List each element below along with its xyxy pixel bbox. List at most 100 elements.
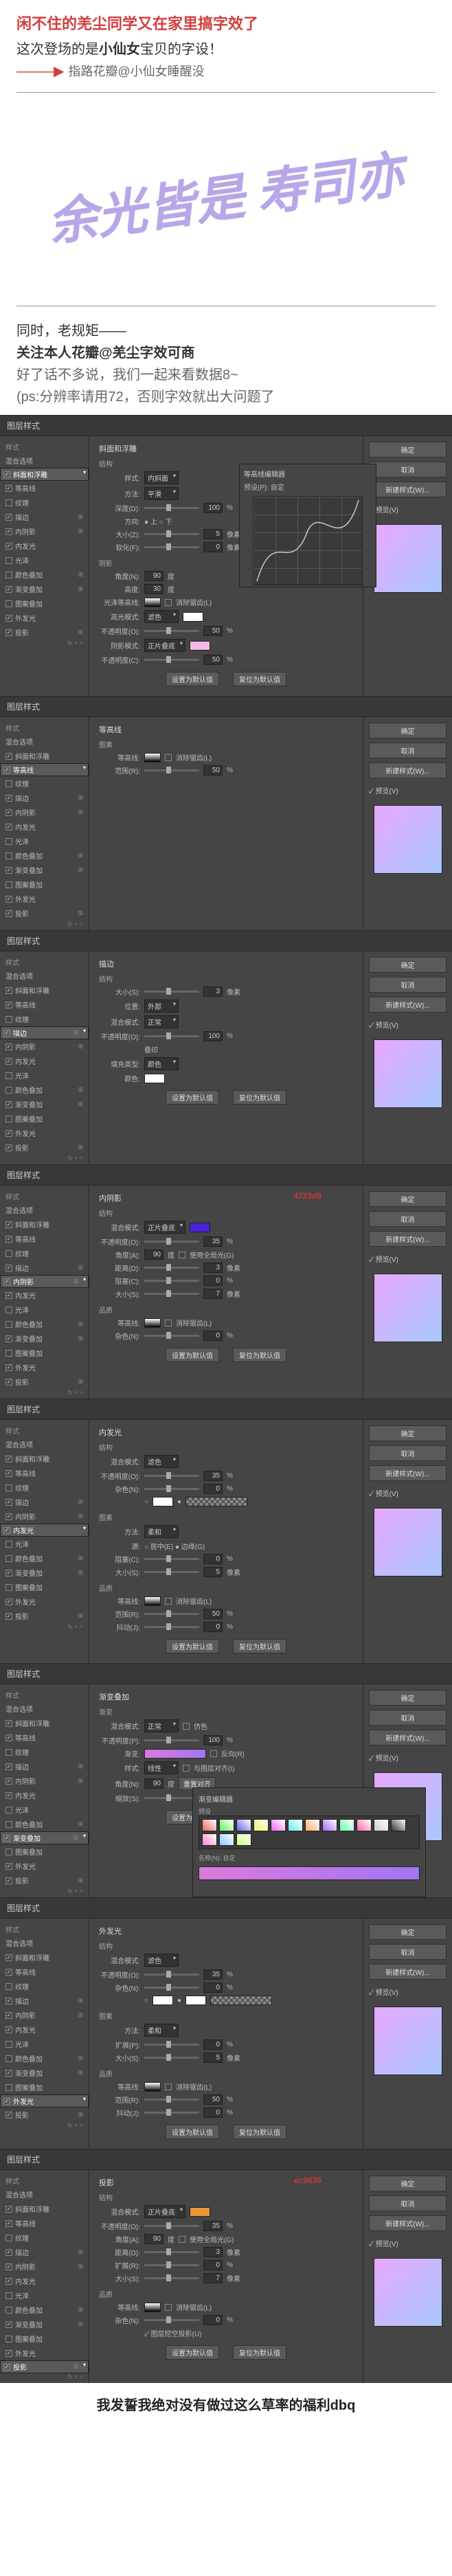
slider[interactable] [144, 1035, 199, 1037]
sidebar-item[interactable]: 内阴影 ⊞ [0, 2259, 89, 2274]
plus-icon[interactable]: ⊞ [78, 2320, 83, 2328]
sidebar-item[interactable]: 等高线 [0, 1466, 89, 1480]
dropdown[interactable]: 颜色 [144, 1057, 179, 1070]
number-input[interactable]: 100 [203, 1031, 223, 1041]
color-swatch[interactable] [190, 2207, 210, 2217]
slider[interactable] [144, 2319, 199, 2321]
number-input[interactable]: 100 [203, 1735, 223, 1745]
gradient-editor-popup[interactable]: 渐变编辑器 预设 名称(N): 自定 [192, 1787, 426, 1897]
plus-icon[interactable]: ⊞ [78, 1100, 83, 1108]
color-swatch[interactable] [144, 1074, 165, 1083]
checkbox-icon[interactable] [5, 2026, 12, 2033]
sidebar-item[interactable]: 渐变叠加 ⊞ [0, 1097, 89, 1111]
checkbox-icon[interactable] [5, 1364, 12, 1371]
number-input[interactable]: 50 [203, 626, 223, 636]
sidebar-item[interactable]: 图案叠加 [0, 596, 89, 611]
cancel-button[interactable]: 取消 [369, 2195, 447, 2211]
sidebar-item[interactable]: 描边 ⊞ [0, 1261, 89, 1275]
radio-group[interactable]: ○ 居中(E) ● 边缘(G) [144, 1541, 205, 1551]
sidebar-item[interactable]: 斜面和浮雕 [0, 1950, 89, 1965]
default-button[interactable]: 设置为默认值 [166, 2125, 219, 2139]
gradient-preset[interactable] [202, 1833, 217, 1846]
checkbox-icon[interactable] [5, 629, 12, 636]
new-style-button[interactable]: 新建样式(W)... [369, 1730, 447, 1745]
sidebar-tools[interactable]: fx + ÷ [0, 920, 89, 927]
checkbox-icon[interactable] [5, 1763, 12, 1770]
checkbox-icon[interactable] [3, 2098, 10, 2105]
plus-icon[interactable]: ⊞ [78, 1086, 83, 1094]
checkbox-icon[interactable] [5, 1877, 12, 1884]
dropdown[interactable]: 正片叠底 [144, 1221, 185, 1234]
plus-icon[interactable]: ⊞ [78, 571, 83, 578]
gradient-preset[interactable] [305, 1819, 320, 1831]
checkbox-icon[interactable] [5, 780, 12, 787]
contour-editor-popup[interactable]: 等高线编辑器 预设(P): 自定 [239, 464, 376, 587]
sidebar-item[interactable]: 投影 ⊞ [0, 625, 89, 640]
sidebar-item[interactable]: 渐变叠加 ⊞ [0, 2066, 89, 2080]
sidebar-item[interactable]: 外发光 [0, 892, 89, 906]
sidebar-item[interactable]: 内发光 [0, 2274, 89, 2288]
cancel-button[interactable]: 取消 [369, 1445, 447, 1461]
sidebar-item[interactable]: 内发光 [0, 2022, 89, 2037]
dropdown[interactable]: 柔和 [144, 2024, 179, 2037]
contour-picker[interactable] [144, 2082, 161, 2092]
plus-icon[interactable]: ⊞ [78, 1777, 83, 1785]
plus-icon[interactable]: ⊞ [78, 2263, 83, 2270]
checkbox-icon[interactable] [5, 1954, 12, 1961]
checkbox-icon[interactable] [5, 1144, 12, 1151]
gradient-preset[interactable] [236, 1833, 251, 1846]
checkbox-icon[interactable] [165, 1320, 172, 1326]
number-input[interactable]: 3 [203, 986, 223, 997]
sidebar-item[interactable]: 混合选项 [0, 1203, 89, 1217]
checkbox-icon[interactable] [5, 1072, 12, 1079]
plus-icon[interactable]: ⊞ [78, 528, 83, 535]
plus-icon[interactable]: ⊞ [78, 1997, 83, 2004]
sidebar-item[interactable]: 光泽 [0, 1803, 89, 1817]
slider[interactable] [144, 1280, 199, 1282]
sidebar-item[interactable]: 图案叠加 [0, 2331, 89, 2346]
sidebar-item[interactable]: 斜面和浮雕 [0, 1716, 89, 1730]
new-style-button[interactable]: 新建样式(W)... [369, 1964, 447, 1980]
checkbox-icon[interactable] [3, 2364, 10, 2371]
sidebar-item[interactable]: 颜色叠加 ⊞ [0, 848, 89, 863]
checkbox-icon[interactable] [5, 1016, 12, 1023]
gradient-preset[interactable] [253, 1819, 269, 1831]
checkbox-icon[interactable] [165, 2083, 172, 2090]
number-input[interactable]: 0 [203, 2108, 223, 2118]
checkbox-icon[interactable] [5, 1265, 12, 1272]
plus-icon[interactable]: ⊞ [73, 1029, 78, 1037]
sidebar-item[interactable]: 光泽 [0, 1537, 89, 1551]
checkbox-icon[interactable] [5, 1350, 12, 1357]
color-swatch[interactable] [185, 1996, 206, 2005]
checkbox-icon[interactable] [5, 1613, 12, 1620]
sidebar-item[interactable]: 内阴影 ⊞ [0, 1039, 89, 1054]
slider[interactable] [144, 1335, 199, 1337]
checkbox-icon[interactable] [5, 1807, 12, 1814]
dropdown[interactable]: 柔和 [144, 1525, 179, 1538]
checkbox-icon[interactable] [5, 1821, 12, 1828]
slider[interactable] [144, 2225, 199, 2227]
plus-icon[interactable]: ⊞ [78, 1335, 83, 1342]
sidebar-item[interactable]: 渐变叠加 ⊞ [0, 2317, 89, 2331]
slider[interactable] [144, 659, 199, 661]
checkbox-label[interactable]: ✓ 图层挖空投影(U) [144, 2328, 202, 2338]
sidebar-item[interactable]: 渐变叠加 ⊞ [0, 1831, 89, 1844]
slider[interactable] [144, 991, 199, 993]
color-swatch[interactable] [152, 1497, 173, 1506]
plus-icon[interactable]: ⊞ [78, 585, 83, 593]
dropdown[interactable]: 滤色 [144, 1455, 179, 1468]
dropdown[interactable]: 正常 [144, 1015, 179, 1028]
checkbox-icon[interactable] [5, 881, 12, 888]
plus-icon[interactable]: ⊞ [78, 2306, 83, 2314]
sidebar-tools[interactable]: fx + ÷ [0, 2373, 89, 2380]
gradient-preset[interactable] [339, 1819, 354, 1831]
checkbox-icon[interactable] [5, 2249, 12, 2256]
checkbox-icon[interactable] [5, 485, 12, 492]
plus-icon[interactable]: ⊞ [78, 809, 83, 816]
slider[interactable] [144, 1797, 199, 1799]
number-input[interactable]: 90 [144, 2234, 163, 2244]
checkbox-icon[interactable] [5, 1983, 12, 1990]
slider[interactable] [144, 1488, 199, 1490]
slider[interactable] [144, 2099, 199, 2101]
number-input[interactable]: 90 [144, 1778, 163, 1789]
